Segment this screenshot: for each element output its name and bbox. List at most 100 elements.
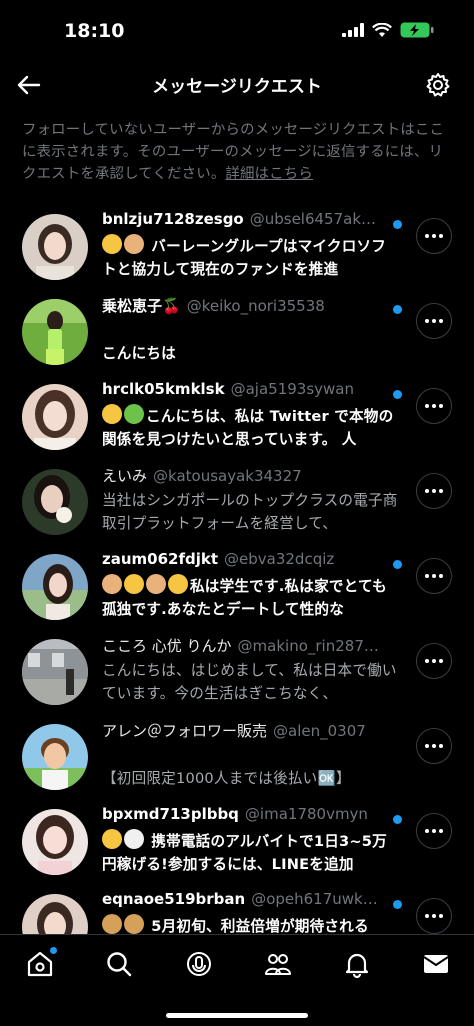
more-options-button[interactable]: [416, 898, 452, 934]
tab-home[interactable]: [25, 947, 57, 979]
sender-handle: @katousayak34327: [153, 467, 302, 485]
avatar[interactable]: [22, 214, 88, 280]
request-header: hrclk05kmklsk @aja5193sywan: [102, 380, 400, 404]
more-icon: [425, 574, 443, 578]
request-row[interactable]: bnlzju7128zesgo @ubsel6457ak… バーレーングループは…: [0, 200, 474, 285]
request-content: hrclk05kmklsk @aja5193sywan こんにちは、私は Twi…: [102, 380, 400, 450]
tab-spaces[interactable]: [184, 949, 214, 979]
camel-icon: [102, 914, 122, 934]
sender-name: bnlzju7128zesgo: [102, 210, 244, 228]
more-options-button[interactable]: [416, 388, 452, 424]
message-text: バーレーングループはマイクロソフトと協力して現在のファンドを推進: [102, 238, 387, 278]
tab-communities[interactable]: [263, 949, 293, 979]
request-content: bnlzju7128zesgo @ubsel6457ak… バーレーングループは…: [102, 210, 400, 280]
message-text: こんにちは、私は Twitter で本物の関係を見つけたいと思っています。 人: [102, 408, 394, 448]
more-options-button[interactable]: [416, 728, 452, 764]
avatar[interactable]: [22, 639, 88, 705]
tab-notifications[interactable]: [342, 949, 372, 979]
sender-name: えいみ: [102, 467, 148, 485]
notification-dot: [50, 947, 57, 954]
camel-icon: [124, 914, 144, 934]
message-preview: 当社はシンガポールのトップクラスの電子商取引プラットフォームを経営して、: [102, 489, 400, 535]
unread-indicator: [393, 390, 402, 399]
status-bar: 18:10: [0, 0, 474, 62]
home-indicator: [166, 1013, 308, 1018]
page-title: メッセージリクエスト: [152, 77, 322, 97]
communities-icon: [265, 954, 291, 975]
message-preview: こんにちは 副収入を取りたいですか？ 15分13,000: [102, 319, 400, 365]
sender-name: zaum062fdjkt: [102, 550, 219, 568]
man-face-icon: [102, 574, 122, 594]
message-text: 【初回限定1000人までは後払い🆗】 初めまして、Twitterのフォロワー販売: [102, 770, 351, 787]
angry-face-icon: [124, 574, 144, 594]
tab-messages[interactable]: [421, 949, 451, 979]
more-icon: [425, 489, 443, 493]
request-row[interactable]: えいみ @katousayak34327 当社はシンガポールのトップクラスの電子…: [0, 455, 474, 540]
more-options-button[interactable]: [416, 218, 452, 254]
home-icon: [27, 951, 53, 977]
more-icon: [425, 914, 443, 918]
request-content: こころ 心优 りんか @makino_rin287… こんにちは、はじめまして、…: [102, 635, 400, 705]
request-content: 乗松恵子🍒 @keiko_nori35538 こんにちは 副収入を取りたいですか…: [102, 295, 400, 365]
bottom-tab-bar: [0, 934, 474, 1026]
sender-name: bpxmd713plbbq: [102, 805, 239, 823]
sad-face-icon: [102, 234, 122, 254]
message-text: こんにちは、はじめまして、私は日本で働いています。今の生活はぎこちなく、: [102, 662, 397, 702]
more-options-button[interactable]: [416, 558, 452, 594]
mail-icon: [423, 955, 449, 973]
request-row[interactable]: hrclk05kmklsk @aja5193sywan こんにちは、私は Twi…: [0, 370, 474, 455]
message-text: 当社はシンガポールのトップクラスの電子商取引プラットフォームを経営して、: [102, 492, 398, 532]
request-header: bpxmd713plbbq @ima1780vmyn: [102, 805, 400, 829]
gear-icon[interactable]: [424, 71, 452, 99]
eyes-icon: [124, 829, 144, 849]
sender-name: 乗松恵子🍒: [102, 297, 181, 315]
request-content: zaum062fdjkt @ebva32dcqiz 私は学生です.私は家でとても…: [102, 550, 400, 620]
message-preview: バーレーングループはマイクロソフトと協力して現在のファンドを推進: [102, 234, 400, 280]
message-preview: 【初回限定1000人までは後払い🆗】 初めまして、Twitterのフォロワー販売: [102, 744, 400, 790]
frog-face-icon: [124, 404, 144, 424]
more-icon: [425, 659, 443, 663]
search-icon: [107, 952, 132, 977]
status-icons: [342, 22, 434, 38]
request-row[interactable]: bpxmd713plbbq @ima1780vmyn 携帯電話のアルバイトで1日…: [0, 795, 474, 880]
message-text: こんにちは 副収入を取りたいですか？ 15分13,000: [102, 345, 176, 362]
kiss-face-icon: [102, 829, 122, 849]
request-row[interactable]: こころ 心优 りんか @makino_rin287… こんにちは、はじめまして、…: [0, 625, 474, 710]
request-row[interactable]: 乗松恵子🍒 @keiko_nori35538 こんにちは 副収入を取りたいですか…: [0, 285, 474, 370]
request-header: こころ 心优 りんか @makino_rin287…: [102, 635, 400, 659]
avatar[interactable]: [22, 809, 88, 875]
request-header: zaum062fdjkt @ebva32dcqiz: [102, 550, 400, 574]
tab-search[interactable]: [104, 949, 134, 979]
more-icon: [425, 829, 443, 833]
request-content: bpxmd713plbbq @ima1780vmyn 携帯電話のアルバイトで1日…: [102, 805, 400, 875]
message-preview: 私は学生です.私は家でとても孤独です.あなたとデートして性的な: [102, 574, 400, 620]
signal-icon: [342, 23, 364, 37]
avatar[interactable]: [22, 299, 88, 365]
request-row[interactable]: アレン＠フォロワー販売 @alen_0307 【初回限定1000人までは後払い🆗…: [0, 710, 474, 795]
sender-name: eqnaoe519brban: [102, 890, 246, 908]
more-options-button[interactable]: [416, 813, 452, 849]
sender-name: こころ 心优 りんか: [102, 637, 232, 655]
request-header: eqnaoe519brban @opeh617uwk…: [102, 890, 400, 914]
avatar[interactable]: [22, 554, 88, 620]
avatar[interactable]: [22, 469, 88, 535]
message-preview: 携帯電話のアルバイトで1日3~5万円稼げる!参加するには、LINEを追加: [102, 829, 400, 875]
sender-handle: @alen_0307: [273, 722, 366, 740]
message-preview: こんにちは、はじめまして、私は日本で働いています。今の生活はぎこちなく、: [102, 659, 400, 705]
sender-name: hrclk05kmklsk: [102, 380, 225, 398]
request-list: bnlzju7128zesgo @ubsel6457ak… バーレーングループは…: [0, 200, 474, 965]
learn-more-link[interactable]: 詳細はこちら: [225, 166, 313, 182]
avatar[interactable]: [22, 384, 88, 450]
avatar[interactable]: [22, 724, 88, 790]
more-icon: [425, 404, 443, 408]
bell-icon: [345, 953, 369, 979]
header: メッセージリクエスト: [0, 62, 474, 108]
more-options-button[interactable]: [416, 303, 452, 339]
sender-handle: @keiko_nori35538: [186, 297, 325, 315]
sender-name: アレン＠フォロワー販売: [102, 722, 268, 740]
more-options-button[interactable]: [416, 643, 452, 679]
request-row[interactable]: zaum062fdjkt @ebva32dcqiz 私は学生です.私は家でとても…: [0, 540, 474, 625]
more-icon: [425, 744, 443, 748]
angry-face-icon: [168, 574, 188, 594]
more-options-button[interactable]: [416, 473, 452, 509]
